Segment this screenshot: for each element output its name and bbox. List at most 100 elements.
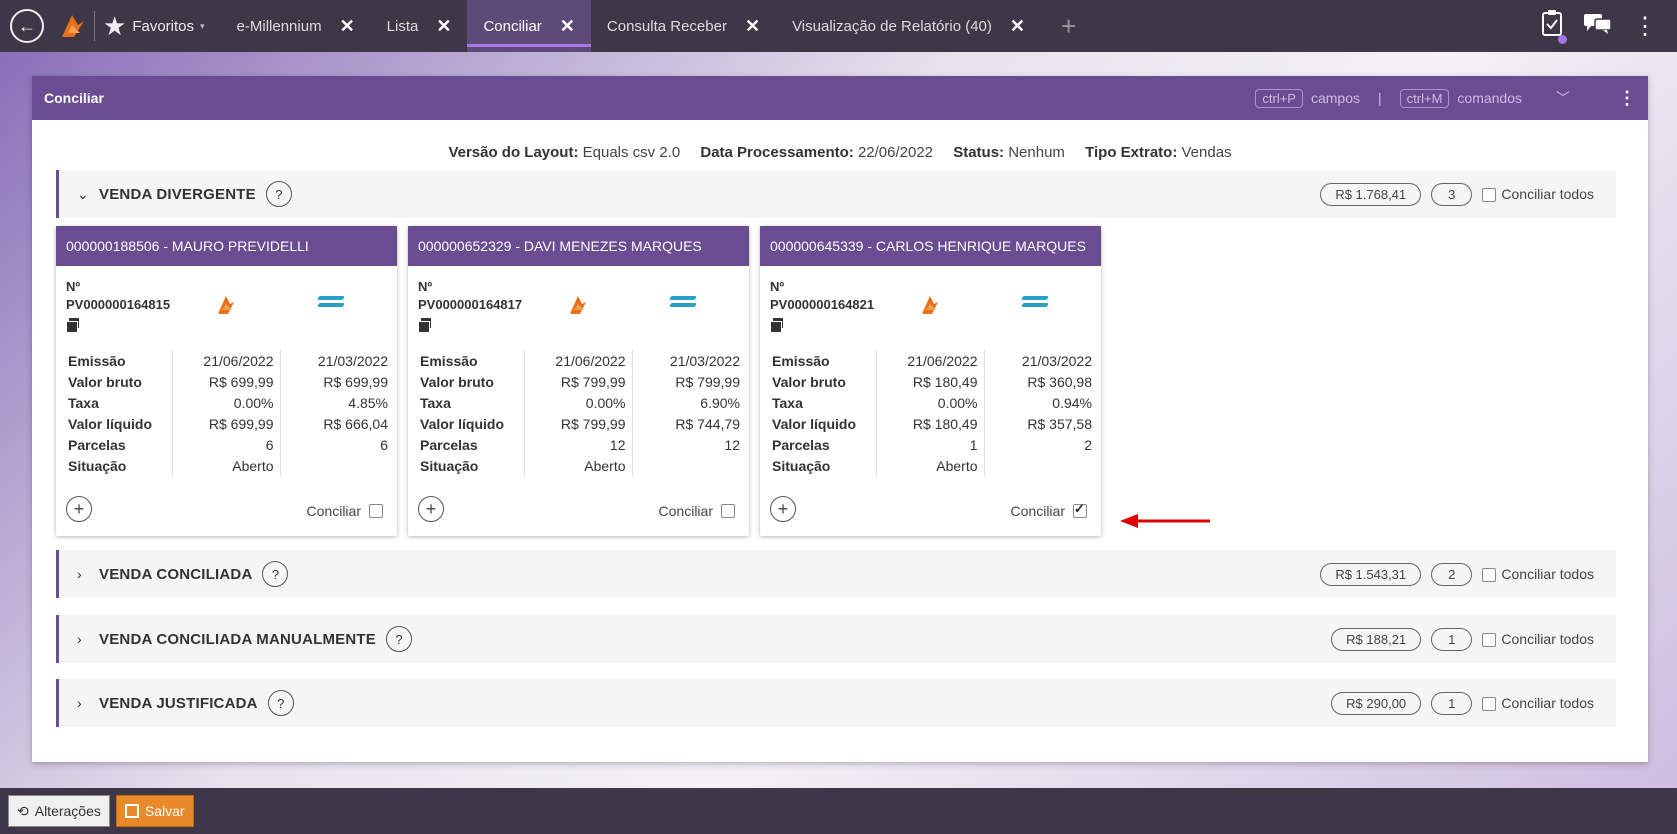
save-button[interactable]: Salvar — [115, 795, 194, 827]
conciliar-checkbox[interactable] — [721, 504, 735, 518]
erp-value: 12 — [524, 434, 633, 455]
amount-badge: R$ 188,21 — [1331, 627, 1422, 651]
help-icon[interactable]: ? — [265, 181, 292, 207]
row-label: Emissão — [66, 350, 173, 371]
shortcut-label-commands[interactable]: comandos — [1457, 90, 1522, 106]
tab-consulta-receber[interactable]: Consulta Receber ✕ — [591, 0, 776, 52]
conciliar-todos-checkbox[interactable] — [1482, 697, 1497, 712]
close-icon[interactable]: ✕ — [560, 16, 575, 37]
erp-value: R$ 799,99 — [524, 413, 633, 434]
help-icon[interactable]: ? — [385, 626, 412, 652]
card-number: Nº PV000000164815 — [66, 278, 171, 333]
section-summary: R$ 188,21 1 Conciliar todos — [1331, 627, 1594, 651]
favorites-menu[interactable]: ★ Favoritos ▾ — [103, 11, 205, 42]
acquirer-value: R$ 744,79 — [675, 415, 740, 432]
section-title[interactable]: VENDA DIVERGENTE — [99, 186, 256, 203]
row-label: Valor bruto — [418, 371, 525, 392]
nr-label: Nº — [418, 279, 433, 294]
tab-conciliar[interactable]: Conciliar ✕ — [467, 0, 592, 52]
erp-value: 21/06/2022 — [876, 350, 985, 371]
erp-value: R$ 180,49 — [876, 371, 985, 392]
layout-value: Equals csv 2.0 — [582, 144, 681, 161]
history-icon: ⟲ — [17, 802, 29, 819]
close-icon[interactable]: ✕ — [1010, 16, 1025, 37]
section-title[interactable]: VENDA JUSTIFICADA — [99, 695, 258, 712]
table-row: Taxa 0.00% 0.94% — [770, 392, 1094, 413]
conciliar-todos-checkbox[interactable] — [1482, 633, 1497, 648]
erp-value: R$ 699,99 — [172, 371, 281, 392]
alteracoes-button[interactable]: ⟲ Alterações — [8, 795, 110, 827]
count-badge: 1 — [1431, 691, 1473, 715]
tab-label: Lista — [386, 17, 419, 35]
date-value: 22/06/2022 — [857, 144, 934, 161]
erp-value: Aberto — [172, 455, 281, 476]
nr-value: PV000000164815 — [66, 297, 171, 312]
chevron-right-icon[interactable]: › — [77, 631, 93, 647]
chevron-right-icon[interactable]: › — [77, 695, 93, 711]
back-icon[interactable]: ← — [10, 9, 44, 43]
chevron-right-icon[interactable]: › — [77, 566, 93, 582]
more-vertical-icon[interactable]: ⋮ — [1633, 12, 1657, 41]
close-icon[interactable]: ✕ — [745, 16, 760, 37]
tab-lista[interactable]: Lista ✕ — [371, 0, 468, 52]
table-row: Emissão 21/06/2022 21/03/2022 — [770, 350, 1094, 371]
sale-card: 000000645339 - CARLOS HENRIQUE MARQUES N… — [760, 226, 1101, 536]
help-icon[interactable]: ? — [262, 561, 289, 587]
acquirer-value: 21/03/2022 — [317, 352, 388, 369]
card-header: 000000188506 - MAURO PREVIDELLI — [56, 226, 397, 266]
tab-visualizacao-relatorio[interactable]: Visualização de Relatório (40) ✕ — [776, 0, 1041, 52]
add-icon[interactable]: + — [418, 496, 444, 522]
close-icon[interactable]: ✕ — [340, 16, 355, 37]
conciliar-checkbox[interactable] — [1073, 501, 1087, 518]
favorites-label: Favoritos — [132, 17, 194, 35]
save-label: Salvar — [144, 803, 185, 819]
conciliar-todos-checkbox[interactable] — [1482, 188, 1497, 203]
app-logo-icon — [218, 296, 234, 314]
help-icon[interactable]: ? — [267, 690, 294, 716]
acquirer-value: R$ 357,58 — [1027, 415, 1092, 432]
add-icon[interactable]: + — [66, 496, 92, 522]
copy-icon[interactable] — [418, 318, 432, 333]
annotation-arrow-icon — [1120, 514, 1210, 528]
acquirer-value — [280, 455, 390, 476]
acquirer-value: R$ 360,98 — [1027, 373, 1092, 390]
close-icon[interactable]: ✕ — [436, 16, 451, 37]
more-vertical-icon[interactable]: ⋮ — [1618, 88, 1636, 109]
table-row: Emissão 21/06/2022 21/03/2022 — [66, 350, 390, 371]
card-header: 000000645339 - CARLOS HENRIQUE MARQUES — [760, 226, 1101, 266]
amount-badge: R$ 1.543,31 — [1320, 562, 1422, 586]
section-venda-conciliada-manualmente: › VENDA CONCILIADA MANUALMENTE ? R$ 188,… — [56, 615, 1616, 663]
section-title[interactable]: VENDA CONCILIADA MANUALMENTE — [99, 631, 376, 648]
row-label: Emissão — [770, 350, 877, 371]
row-label: Taxa — [66, 392, 173, 413]
section-venda-divergente: ⌄ VENDA DIVERGENTE ? R$ 1.768,41 3 Conci… — [56, 170, 1616, 218]
conciliar-checkbox[interactable] — [369, 504, 383, 518]
tab-e-millennium[interactable]: e-Millennium ✕ — [221, 0, 371, 52]
row-label: Situação — [770, 455, 877, 476]
acquirer-value: 21/03/2022 — [1021, 352, 1092, 369]
date-label: Data Processamento: — [700, 144, 854, 161]
chat-icon[interactable] — [1583, 11, 1613, 42]
save-icon — [124, 804, 139, 818]
shortcut-key-fields: ctrl+P — [1255, 88, 1303, 108]
count-badge: 2 — [1431, 562, 1473, 586]
row-label: Valor bruto — [770, 371, 877, 392]
app-logo[interactable] — [58, 11, 86, 41]
add-tab-icon[interactable]: + — [1061, 11, 1076, 42]
acquirer-value — [632, 455, 742, 476]
top-right-actions: ⋮ — [1541, 9, 1657, 44]
clipboard-check-icon[interactable] — [1541, 9, 1567, 44]
conciliar-todos-checkbox[interactable] — [1482, 568, 1497, 583]
add-icon[interactable]: + — [770, 496, 796, 522]
copy-icon[interactable] — [66, 318, 80, 333]
chevron-down-icon[interactable]: ﹀ — [1556, 88, 1570, 108]
panel-title: Conciliar — [44, 90, 104, 106]
chevron-down-icon[interactable]: ⌄ — [77, 186, 93, 203]
shortcut-label-fields[interactable]: campos — [1311, 90, 1360, 106]
section-title[interactable]: VENDA CONCILIADA — [99, 566, 252, 583]
erp-value: 0.00% — [172, 392, 281, 413]
star-icon: ★ — [103, 10, 127, 41]
copy-icon[interactable] — [770, 318, 784, 333]
section-summary: R$ 290,00 1 Conciliar todos — [1331, 691, 1594, 715]
acquirer-value: 2 — [1084, 436, 1092, 453]
